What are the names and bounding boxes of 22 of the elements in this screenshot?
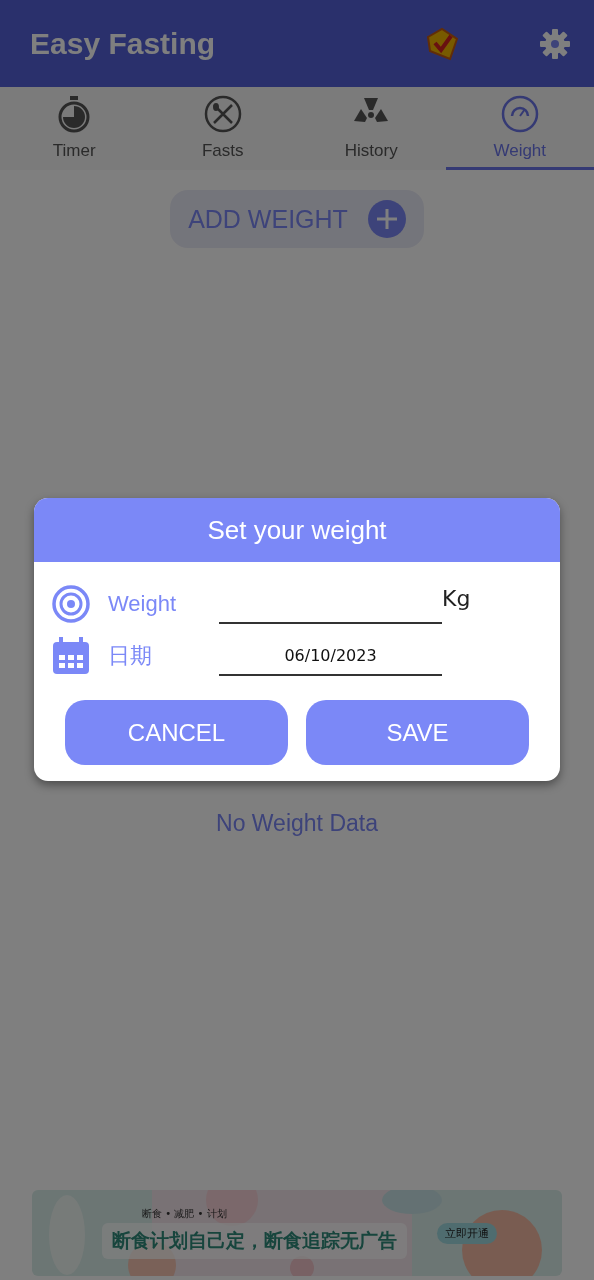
ad-headline: 断食计划自己定，断食追踪无广告 (102, 1223, 407, 1259)
save-button[interactable]: SAVE (306, 700, 529, 765)
calendar-icon (52, 637, 90, 675)
tab[interactable]: Timer (0, 87, 149, 170)
input-field[interactable]: 06/10/2023 (219, 636, 442, 676)
gauge-icon (500, 95, 539, 133)
field-label: Weight (107, 591, 178, 617)
target-icon (52, 585, 90, 623)
empty-message: No Weight Data (216, 810, 378, 837)
tab[interactable]: Fasts (148, 87, 297, 170)
field-label: 日期 (107, 642, 153, 670)
app-title: Easy Fasting (30, 26, 216, 61)
unit-label: Kg (442, 586, 471, 611)
plus-icon (367, 200, 406, 238)
ad-banner[interactable]: 断食 • 减肥 • 计划 断食计划自己定，断食追踪无广告 立即开通 (32, 1190, 562, 1276)
stopwatch-icon (57, 95, 92, 133)
dialog-title: Set your weight (34, 498, 560, 562)
fork-spoon-icon (203, 95, 242, 133)
cancel-button[interactable]: CANCEL (65, 700, 288, 765)
tab[interactable]: Weight (445, 87, 594, 170)
tab[interactable]: History (297, 87, 446, 170)
ad-tagline: 断食 • 减肥 • 计划 (141, 1207, 228, 1221)
